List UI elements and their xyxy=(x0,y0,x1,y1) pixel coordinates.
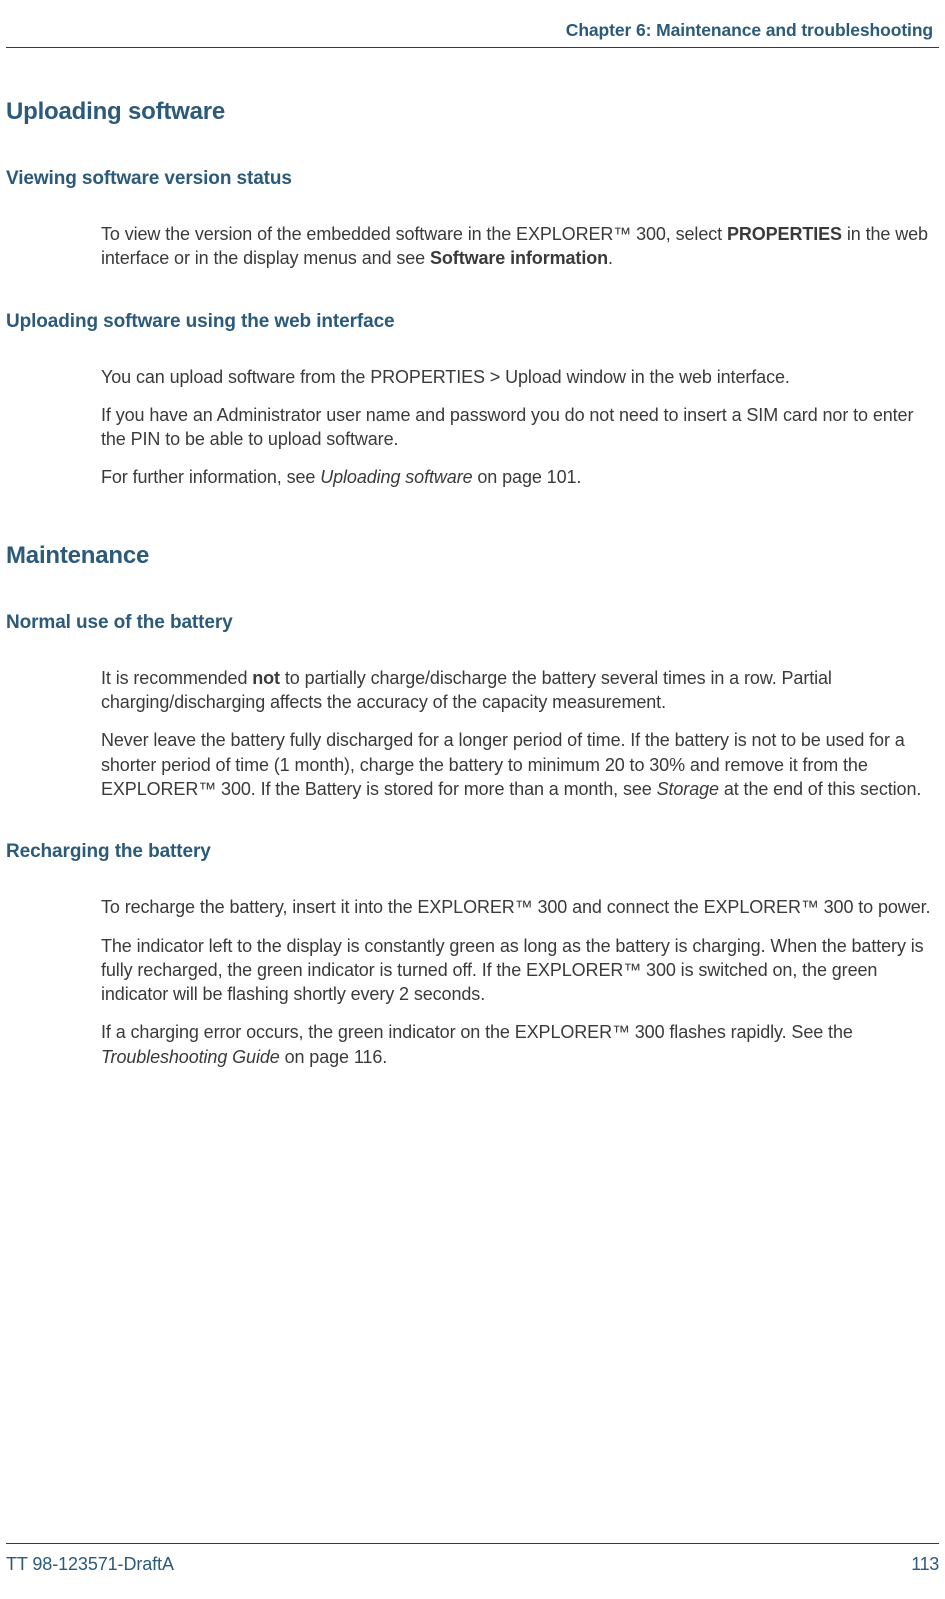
text-run: . xyxy=(608,248,613,268)
italic-text: Uploading software xyxy=(320,467,472,487)
text-run: on page 101. xyxy=(473,467,582,487)
page-footer: TT 98-123571-DraftA 113 xyxy=(6,1543,939,1575)
section-heading-uploading-software: Uploading software xyxy=(6,98,939,126)
paragraph: It is recommended not to partially charg… xyxy=(101,666,939,715)
text-run: It is recommended xyxy=(101,668,252,688)
page-content: Uploading software Viewing software vers… xyxy=(0,48,945,1069)
subsection-heading-recharging: Recharging the battery xyxy=(6,841,939,863)
paragraph: The indicator left to the display is con… xyxy=(101,934,939,1007)
section-heading-maintenance: Maintenance xyxy=(6,542,939,570)
paragraph: If a charging error occurs, the green in… xyxy=(101,1020,939,1069)
subsection-heading-uploading-web: Uploading software using the web interfa… xyxy=(6,311,939,333)
subsection-heading-viewing-status: Viewing software version status xyxy=(6,168,939,190)
bold-text: not xyxy=(252,668,280,688)
italic-text: Storage xyxy=(657,779,719,799)
text-run: on page 116. xyxy=(280,1047,387,1067)
text-run: To view the version of the embedded soft… xyxy=(101,224,727,244)
paragraph: To view the version of the embedded soft… xyxy=(101,222,939,271)
text-run: at the end of this section. xyxy=(719,779,921,799)
page-header: Chapter 6: Maintenance and troubleshooti… xyxy=(6,0,939,48)
paragraph: For further information, see Uploading s… xyxy=(101,465,939,489)
paragraph: You can upload software from the PROPERT… xyxy=(101,365,939,389)
page-number: 113 xyxy=(911,1554,939,1575)
bold-text: Software information xyxy=(430,248,608,268)
paragraph: If you have an Administrator user name a… xyxy=(101,403,939,452)
bold-text: PROPERTIES xyxy=(727,224,842,244)
document-id: TT 98-123571-DraftA xyxy=(6,1554,174,1575)
italic-text: Troubleshooting Guide xyxy=(101,1047,280,1067)
document-page: Chapter 6: Maintenance and troubleshooti… xyxy=(0,0,945,1599)
chapter-title: Chapter 6: Maintenance and troubleshooti… xyxy=(566,20,933,40)
text-run: If a charging error occurs, the green in… xyxy=(101,1022,853,1042)
text-run: For further information, see xyxy=(101,467,320,487)
paragraph: To recharge the battery, insert it into … xyxy=(101,895,939,919)
subsection-heading-normal-use: Normal use of the battery xyxy=(6,612,939,634)
paragraph: Never leave the battery fully discharged… xyxy=(101,728,939,801)
